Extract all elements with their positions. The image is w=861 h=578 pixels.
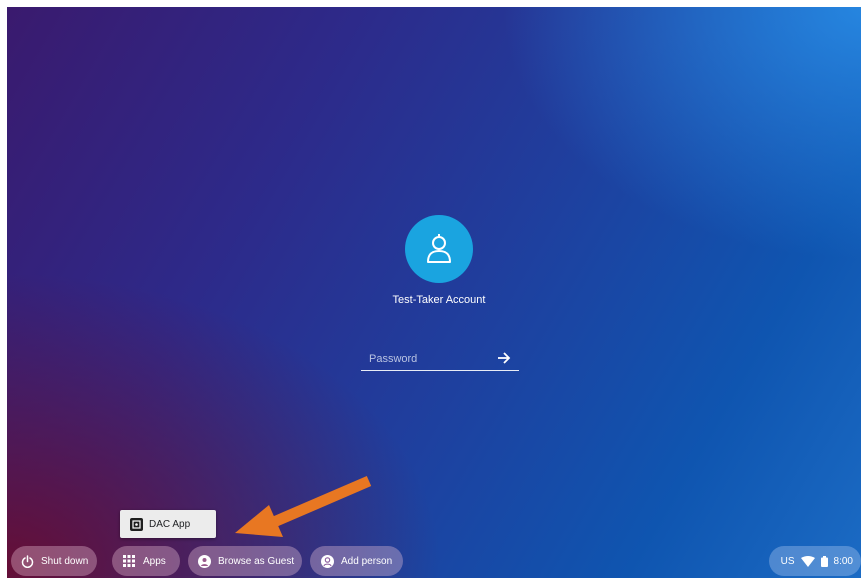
add-person-button[interactable]: Add person (310, 546, 403, 576)
guest-icon (198, 554, 211, 568)
submit-arrow-icon[interactable] (497, 351, 511, 365)
dac-app-icon (130, 517, 143, 531)
login-shelf: Shut down Apps Browse as Guest Add perso… (7, 544, 861, 578)
browse-as-guest-button[interactable]: Browse as Guest (188, 546, 302, 576)
clock: 8:00 (833, 555, 853, 567)
wifi-icon (800, 555, 815, 567)
add-person-icon (320, 554, 334, 568)
login-screen: Test-Taker Account DAC App Shut down App… (7, 7, 861, 578)
apps-button[interactable]: Apps (112, 546, 180, 576)
user-avatar[interactable] (405, 215, 473, 283)
browse-as-guest-label: Browse as Guest (218, 555, 295, 567)
annotation-arrow (235, 475, 372, 537)
password-input[interactable] (361, 348, 489, 370)
apps-menu-item-label: DAC App (149, 518, 191, 530)
battery-icon (820, 555, 828, 567)
password-field-container (361, 348, 519, 371)
apps-label: Apps (143, 555, 166, 567)
keyboard-layout-indicator: US (780, 555, 795, 567)
power-icon (21, 554, 34, 568)
apps-menu-item-dac-app[interactable]: DAC App (120, 510, 216, 538)
apps-grid-icon (122, 554, 136, 568)
account-name: Test-Taker Account (392, 294, 486, 306)
shutdown-label: Shut down (41, 555, 89, 567)
shutdown-button[interactable]: Shut down (11, 546, 97, 576)
add-person-label: Add person (341, 555, 393, 567)
status-tray[interactable]: US 8:00 (769, 546, 861, 576)
user-icon (427, 234, 451, 263)
